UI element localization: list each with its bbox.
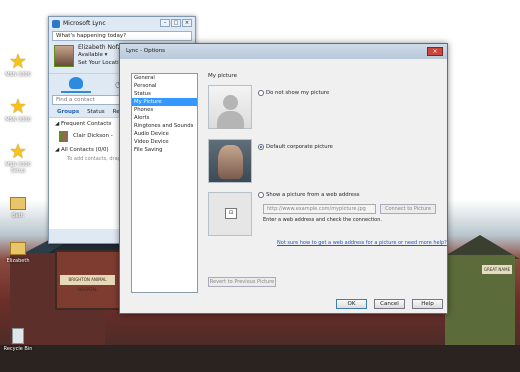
desktop-icon-label: Recycle Bin [3,346,33,352]
group-label: All Contacts (0/0) [60,147,109,153]
tab-groups[interactable]: Groups [57,107,79,117]
desktop-icon-label: Beth [12,213,24,219]
contacts-tab-underline [61,91,91,93]
radio-label: Do not show my picture [266,90,330,96]
nav-item-alerts[interactable]: Alerts [132,114,197,122]
radio-button-selected[interactable] [258,144,264,150]
help-link[interactable]: Not sure how to get a web address for a … [277,240,447,246]
star-icon: ★ [9,139,27,163]
minimize-icon[interactable]: – [160,19,170,27]
presence-status-label: Available [78,52,103,58]
corporate-picture-preview [208,139,252,183]
folder-icon [10,197,26,210]
person-placeholder-icon [223,95,238,110]
desktop-icon-msn-1[interactable]: ★ MSN 3000 [2,50,34,78]
radio-default-picture[interactable]: Default corporate picture [258,144,333,150]
tab-status[interactable]: Status [87,107,105,117]
nav-item-general[interactable]: General [132,74,197,82]
options-nav-list: General Personal Status My Picture Phone… [131,73,198,293]
nav-item-phones[interactable]: Phones [132,106,197,114]
radio-button[interactable] [258,90,264,96]
ground [0,345,520,372]
nav-item-audio-device[interactable]: Audio Device [132,130,197,138]
options-title: Lync - Options [126,48,166,54]
my-photo-avatar[interactable] [54,45,74,67]
radio-label: Show a picture from a web address [266,192,360,198]
desktop-icon-beth[interactable]: Beth [2,193,34,219]
help-button[interactable]: Help [412,299,443,309]
recycle-bin-icon [12,328,24,344]
desktop-icon-msn-2[interactable]: ★ MSN 3000 [2,95,34,123]
contact-name: Clair Dickson - [73,133,113,139]
url-hint: Enter a web address and check the connec… [263,217,382,223]
desktop-icon-label: MSN 3000 [5,117,31,123]
person-placeholder-body [217,111,244,129]
desktop-icon-recycle-bin[interactable]: Recycle Bin [2,325,34,352]
maximize-icon[interactable]: □ [171,19,181,27]
cancel-button[interactable]: Cancel [374,299,405,309]
lync-window-title: Microsoft Lync [63,20,106,27]
connect-to-picture-button[interactable]: Connect to Picture [380,204,436,214]
desktop-icon-label: Elizabeth [6,258,30,264]
section-title: My picture [208,73,237,79]
contacts-icon[interactable] [69,77,83,89]
radio-no-picture[interactable]: Do not show my picture [258,90,329,96]
nav-item-status[interactable]: Status [132,90,197,98]
desktop-icon-label: MSN 3000 [5,72,31,78]
lync-app-icon [52,20,60,28]
nav-item-my-picture[interactable]: My Picture [132,98,197,106]
folder-icon [10,242,26,255]
options-titlebar[interactable]: Lync - Options × [120,44,447,59]
desktop-icon-label: MSN 3000 Setup [5,162,31,174]
whats-happening-input[interactable]: What's happening today? [52,31,192,41]
star-icon: ★ [9,49,27,73]
hospital-sign: BRIGHTON ANIMAL HOSPITAL [60,275,115,292]
nav-item-file-saving[interactable]: File Saving [132,146,197,154]
web-image-icon: ⊡ [225,208,237,219]
revert-picture-button[interactable]: Revert to Previous Picture [208,277,276,287]
presence-status-dropdown[interactable]: Available ▾ [78,52,107,58]
nav-item-video-device[interactable]: Video Device [132,138,197,146]
no-picture-preview [208,85,252,129]
radio-button[interactable] [258,192,264,198]
picture-url-input[interactable]: http://www.example.com/mypicture.jpg [263,204,376,214]
close-icon[interactable]: × [182,19,192,27]
contact-avatar [59,131,68,142]
user-photo [218,145,243,179]
radio-web-picture[interactable]: Show a picture from a web address [258,192,359,198]
radio-label: Default corporate picture [266,144,333,150]
lync-titlebar[interactable]: Microsoft Lync – □ × [49,17,195,31]
close-icon[interactable]: × [427,47,443,56]
web-picture-preview: ⊡ [208,192,252,236]
desktop-icon-elizabeth[interactable]: Elizabeth [2,238,34,264]
group-label: Frequent Contacts [60,121,112,127]
nav-item-personal[interactable]: Personal [132,82,197,90]
options-dialog: Lync - Options × General Personal Status… [119,43,448,314]
ok-button[interactable]: OK [336,299,367,309]
shop-sign-right: GREAT NAME [482,265,512,274]
desktop-icon-msn-setup[interactable]: ★ MSN 3000 Setup [2,140,34,174]
my-name: Elizabeth Nofz [78,44,121,51]
nav-item-ringtones[interactable]: Ringtones and Sounds [132,122,197,130]
star-icon: ★ [9,94,27,118]
